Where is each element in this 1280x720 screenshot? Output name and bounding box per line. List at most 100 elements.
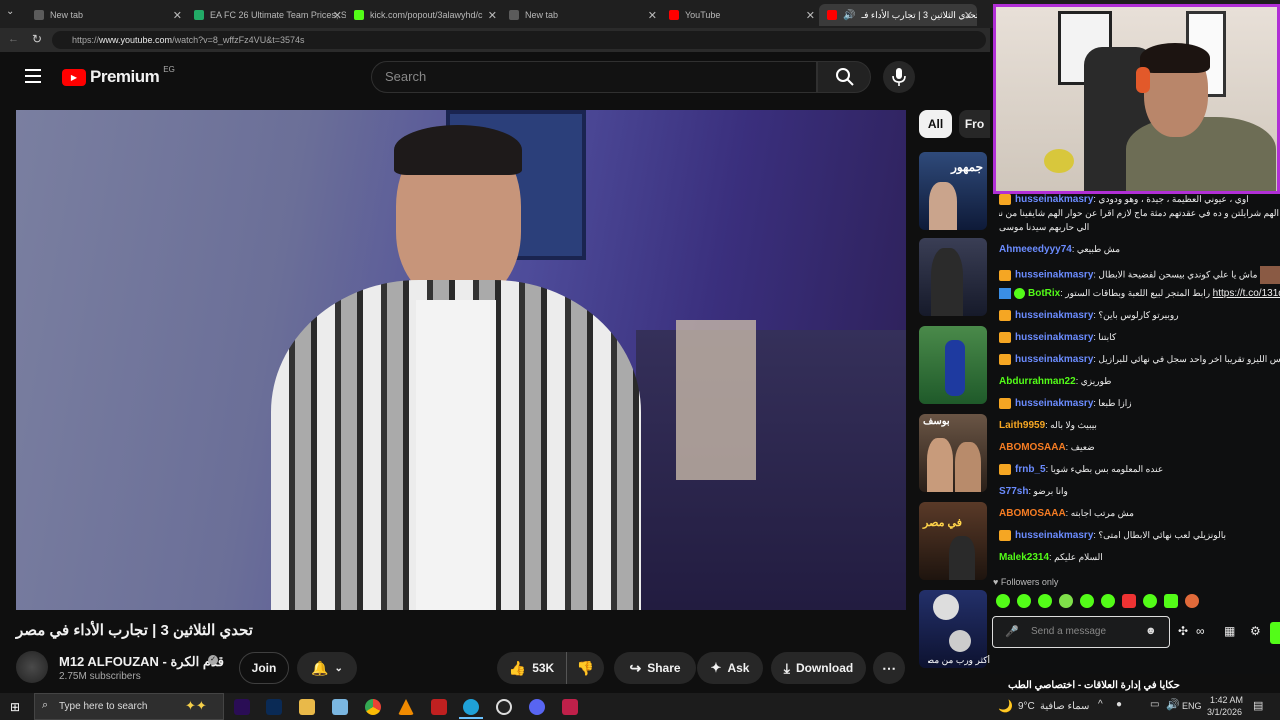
youtube-logo[interactable]: ▶ Premium EG [62,65,175,87]
chat-username[interactable]: Laith9959 [999,420,1045,431]
send-button[interactable] [1270,622,1280,644]
recommended-thumbnail[interactable]: بوسف [919,414,987,492]
close-icon[interactable]: ✕ [488,9,497,22]
chat-username[interactable]: husseinakmasry [1015,332,1093,343]
more-actions-button[interactable]: ⋯ [873,652,905,684]
chat-username[interactable]: BotRix [1028,288,1060,299]
chat-username[interactable]: husseinakmasry [1015,310,1093,321]
clock-time[interactable]: 1:42 AM [1210,695,1243,705]
chat-username[interactable]: Abdurrahman22 [999,376,1076,387]
tab-5[interactable]: YouTube ✕ [661,4,819,26]
windows-start-icon[interactable]: ⊞ [10,700,20,714]
clock-date[interactable]: 3/1/2026 [1207,707,1242,717]
like-button[interactable]: 👍 53K [497,652,566,684]
chat-username[interactable]: Ahmeeedyyy74 [999,244,1072,255]
tray-chevron-icon[interactable]: ^ [1098,699,1103,710]
emote-icon[interactable] [996,594,1010,608]
recommended-thumbnail[interactable]: جمهور [919,152,987,230]
photoshop-icon[interactable] [266,699,282,715]
share-button[interactable]: ↪ Share [614,652,696,684]
emote-icon[interactable] [1080,594,1094,608]
gear-icon[interactable]: ⚙ [1250,624,1261,638]
close-icon[interactable]: ✕ [806,9,815,22]
link-icon[interactable]: ∞ [1196,624,1205,638]
store-icon[interactable]: ▦ [1224,624,1235,638]
recommended-thumbnail[interactable] [919,326,987,404]
vlc-icon[interactable] [398,699,414,715]
search-button[interactable] [817,61,871,93]
notepad-icon[interactable] [332,699,348,715]
emote-icon[interactable] [1017,594,1031,608]
taskbar-search-input[interactable]: ⌕ Type here to search ✦✦ [34,693,224,720]
edge-icon[interactable] [463,699,479,715]
chat-username[interactable]: husseinakmasry [1015,354,1093,365]
chat-username[interactable]: husseinakmasry [1015,194,1093,205]
network-icon[interactable]: ▭ [1150,699,1159,710]
emote-icon[interactable] [1059,594,1073,608]
folder-icon[interactable] [299,699,315,715]
app-icon[interactable] [562,699,578,715]
video-player[interactable] [16,110,906,610]
tab-3[interactable]: kick.com/popout/3alawyhd/c ✕ [346,4,501,26]
tab-4[interactable]: New tab ✕ [501,4,661,26]
speaker-icon[interactable]: 🔊 [843,10,855,21]
chat-username[interactable]: frnb_5 [1015,464,1046,475]
chat-input[interactable]: 🎤 Send a message ☻ [992,616,1170,648]
volume-icon[interactable]: 🔊 [1166,698,1180,711]
emote-icon[interactable] [1101,594,1115,608]
chat-username[interactable]: husseinakmasry [1015,398,1093,409]
close-icon[interactable]: ✕ [964,9,973,22]
reload-icon[interactable]: ↻ [32,32,42,46]
dislike-button[interactable]: 👎 [566,652,604,684]
chat-username[interactable]: husseinakmasry [1015,530,1093,541]
mic-tray-icon[interactable]: ● [1116,699,1122,710]
recommended-caption[interactable]: حكايا في إدارة العلاقات - اختصاصي الطب [1000,680,1180,691]
tab-1[interactable]: New tab ✕ [26,4,186,26]
mic-icon[interactable]: 🎤 [1005,625,1019,638]
recommended-thumbnail[interactable] [919,238,987,316]
tab-list-menu-icon[interactable]: ⌄ [6,6,14,17]
tab-6-active[interactable]: 🔊 تحدي الثلاثين 3 | تجارب الأداء فـ ✕ [819,4,977,26]
url-input[interactable]: https://www.youtube.com/watch?v=8_wffzFz… [52,31,986,49]
chat-text: بالونزيلي لعب نهائي الابطال امتى؟ [1098,530,1226,540]
ask-button[interactable]: ✦ Ask [697,652,763,684]
back-icon[interactable]: ← [8,33,19,45]
join-button[interactable]: Join [239,652,289,684]
download-button[interactable]: ⤓ Download [771,652,866,684]
recommended-caption[interactable]: أكثر ورب من مصير غريليش! [928,655,990,666]
chat-username[interactable]: husseinakmasry [1015,269,1093,280]
recommended-thumbnail[interactable]: في مصر [919,502,987,580]
thumbnail-text: في مصر [923,517,962,529]
menu-icon[interactable] [25,69,41,83]
voice-search-button[interactable] [883,61,915,93]
premiere-icon[interactable] [234,699,250,715]
emote-icon[interactable] [1143,594,1157,608]
emote-icon[interactable] [1164,594,1178,608]
chat-username[interactable]: ABOMOSAAA [999,508,1066,519]
chat-username[interactable]: S77sh [999,486,1028,497]
winrar-icon[interactable] [431,699,447,715]
discord-icon[interactable] [529,699,545,715]
emote-icon[interactable] [1038,594,1052,608]
chip-all[interactable]: All [919,110,952,138]
emoji-icon[interactable]: ☻ [1145,625,1157,637]
search-input[interactable]: Search [371,61,817,93]
tab-2[interactable]: EA FC 26 Ultimate Team Prices, Su ✕ [186,4,346,26]
channel-avatar[interactable] [16,651,48,683]
language-indicator[interactable]: ENG [1182,701,1202,711]
close-icon[interactable]: ✕ [333,9,342,22]
close-icon[interactable]: ✕ [648,9,657,22]
close-icon[interactable]: ✕ [173,9,182,22]
chat-username[interactable]: Malek2314 [999,552,1049,563]
emote-icon[interactable] [1122,594,1136,608]
chat-tools-icon[interactable]: ✣ [1178,624,1188,638]
chip-from[interactable]: Fro [959,110,990,138]
chat-username[interactable]: ABOMOSAAA [999,442,1066,453]
chrome-icon[interactable] [365,699,381,715]
emote-icon[interactable] [1185,594,1199,608]
obs-icon[interactable] [496,699,512,715]
notifications-button[interactable]: 🔔 ⌄ [297,652,357,684]
notification-icon[interactable]: ▤ [1253,699,1263,712]
chat-link[interactable]: https://t.co/131dvw [1213,288,1280,299]
channel-name[interactable]: M12 ALFOUZAN - قدم الكرة [59,654,224,670]
